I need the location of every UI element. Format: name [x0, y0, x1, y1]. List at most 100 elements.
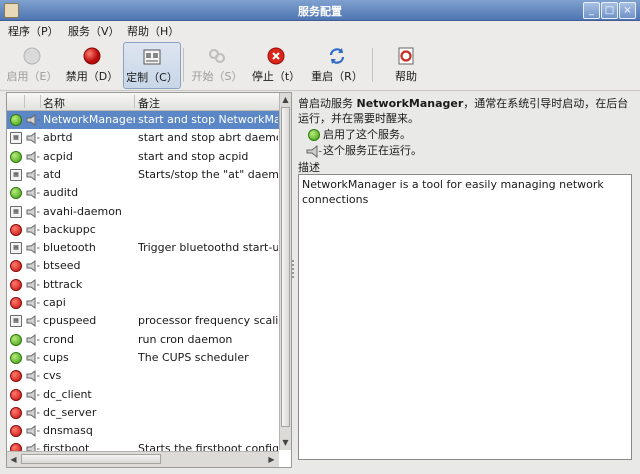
title-bar[interactable]: 服务配置 _ □ × [0, 0, 640, 21]
running-status-icon [10, 150, 22, 163]
service-row[interactable]: ▦ atd Starts/stop the "at" daemon [7, 166, 279, 184]
service-row[interactable]: crond run cron daemon [7, 331, 279, 349]
list-header: 名称 备注 [7, 93, 279, 111]
running-status-icon [10, 114, 22, 126]
restart-button[interactable]: 重启（R） [308, 42, 366, 87]
menu-help[interactable]: 帮助（H） [127, 23, 179, 39]
service-status-icon: ▦ [10, 315, 22, 328]
runtime-icon [26, 223, 40, 236]
service-status-icon: ▦ [10, 132, 22, 145]
help-button[interactable]: 帮助 [380, 42, 432, 87]
enable-button[interactable]: 启用（E） [4, 42, 60, 87]
running-status: 这个服务正在运行。 [298, 143, 634, 159]
service-name-cell: dc_server [43, 405, 97, 419]
service-name-cell: auditd [43, 186, 79, 200]
runtime-icon [26, 370, 40, 383]
service-remarks-cell: The CUPS scheduler [138, 350, 249, 364]
toolbar-separator [372, 48, 373, 82]
help-icon [398, 47, 414, 65]
service-row[interactable]: bttrack [7, 276, 279, 294]
runtime-icon [26, 406, 40, 419]
runtime-icon [26, 297, 40, 309]
pane-splitter[interactable] [290, 92, 296, 466]
service-intro: 曾启动服务 NetworkManager，通常在系统引导时启动，在后台运行，并在… [298, 97, 629, 125]
horizontal-scroll-thumb[interactable] [21, 454, 161, 464]
running-status-icon [10, 187, 22, 200]
horizontal-scrollbar[interactable]: ◀ ▶ [7, 451, 279, 467]
service-name: NetworkManager [356, 97, 464, 110]
service-row[interactable]: capi [7, 294, 279, 312]
menu-bar: 程序（P） 服务（V） 帮助（H） [0, 21, 640, 40]
service-remarks-cell: start and stop abrt daemon [138, 131, 278, 145]
stopped-status-icon [10, 260, 22, 273]
stopped-status-icon [10, 370, 22, 383]
header-divider [24, 95, 25, 108]
menu-program[interactable]: 程序（P） [8, 23, 59, 39]
service-list[interactable]: 名称 备注 NetworkManager start and stop Netwo… [6, 92, 292, 468]
column-header-name[interactable]: 名称 [43, 95, 65, 111]
running-status-icon [10, 351, 22, 364]
disable-button[interactable]: 禁用（D） [63, 42, 121, 87]
start-button[interactable]: 开始（S） [188, 42, 246, 87]
stopped-status-icon [10, 297, 22, 309]
service-name-cell: cvs [43, 369, 62, 383]
service-row[interactable]: backuppc [7, 221, 279, 239]
runtime-icon [26, 278, 40, 291]
service-row[interactable]: ▦ bluetooth Trigger bluetoothd start-up [7, 239, 279, 257]
service-info: 曾启动服务 NetworkManager，通常在系统引导时启动，在后台运行，并在… [298, 96, 634, 175]
header-divider [134, 95, 135, 108]
scroll-right-arrow[interactable]: ▶ [266, 454, 277, 465]
running-status-icon [10, 333, 22, 346]
service-row[interactable]: NetworkManagerstart and stop NetworkMana… [7, 111, 279, 129]
close-button[interactable]: × [619, 2, 636, 19]
service-name-cell: cpuspeed [43, 314, 97, 328]
runtime-icon [26, 260, 40, 273]
stop-button[interactable]: 停止（t） [248, 42, 304, 87]
service-name-cell: abrtd [43, 131, 73, 145]
service-name-cell: avahi-daemon [43, 204, 122, 218]
service-status-icon: ▦ [10, 242, 22, 255]
window-title: 服务配置 [298, 5, 342, 18]
runtime-icon [26, 333, 40, 346]
minimize-button[interactable]: _ [583, 2, 600, 19]
runtime-icon [26, 205, 40, 218]
service-remarks-cell: run cron daemon [138, 332, 233, 346]
runtime-icon [26, 425, 40, 438]
scroll-left-arrow[interactable]: ◀ [8, 454, 19, 465]
toolbar: 启用（E） 禁用（D） 定制（C） 开始（S） 停止（t） 重启（R） 帮助 [0, 40, 640, 91]
runtime-icon [26, 132, 40, 145]
vertical-scroll-thumb[interactable] [281, 107, 290, 427]
service-remarks-cell: Starts/stop the "at" daemon [138, 167, 278, 181]
customize-icon [143, 49, 161, 65]
service-row[interactable]: btseed [7, 257, 279, 275]
service-row[interactable]: cups The CUPS scheduler [7, 349, 279, 367]
stopped-status-icon [10, 223, 22, 236]
service-status-icon: ▦ [10, 168, 22, 181]
service-name-cell: bluetooth [43, 241, 96, 255]
description-textbox[interactable]: NetworkManager is a tool for easily mana… [298, 174, 632, 460]
disable-icon [83, 47, 101, 65]
service-name-cell: capi [43, 296, 66, 309]
runtime-icon [26, 150, 40, 163]
service-name-cell: NetworkManager [43, 113, 135, 126]
stopped-status-icon [10, 278, 22, 291]
service-row[interactable]: acpid start and stop acpid [7, 148, 279, 166]
service-row[interactable]: dnsmasq [7, 422, 279, 440]
restart-icon [329, 48, 345, 64]
service-name-cell: dnsmasq [43, 424, 93, 438]
maximize-button[interactable]: □ [601, 2, 618, 19]
service-row[interactable]: ▦ abrtd start and stop abrt daemon [7, 129, 279, 147]
service-row[interactable]: dc_server [7, 404, 279, 422]
service-row[interactable]: ▦ cpuspeed processor frequency scaling [7, 312, 279, 330]
customize-button[interactable]: 定制（C） [123, 42, 181, 89]
runtime-icon [26, 388, 40, 401]
service-row[interactable]: cvs [7, 367, 279, 385]
service-name-cell: btseed [43, 259, 81, 273]
enabled-icon [308, 129, 320, 141]
menu-service[interactable]: 服务（V） [68, 23, 120, 39]
service-row[interactable]: auditd [7, 184, 279, 202]
stopped-status-icon [10, 388, 22, 401]
column-header-remarks[interactable]: 备注 [138, 95, 160, 111]
service-row[interactable]: dc_client [7, 386, 279, 404]
service-row[interactable]: ▦ avahi-daemon [7, 203, 279, 221]
